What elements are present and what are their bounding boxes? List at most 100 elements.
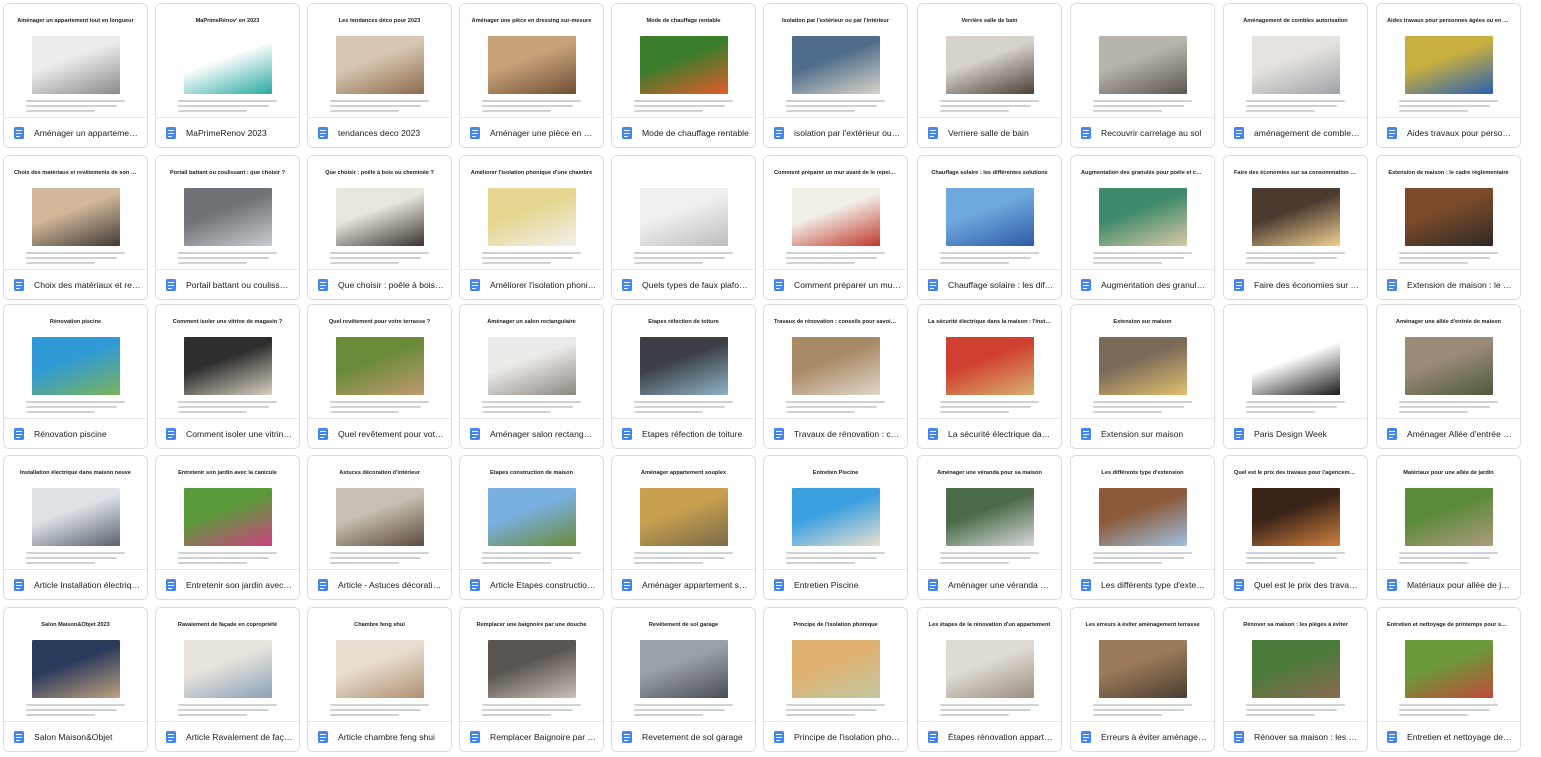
document-footer[interactable]: Article Ravalement de façad... — [156, 721, 299, 751]
document-footer[interactable]: Chauffage solaire : les différ... — [918, 269, 1061, 299]
document-preview-thumbnail[interactable]: Les erreurs à éviter aménagement terrass… — [1071, 608, 1214, 721]
document-preview-thumbnail[interactable]: Choix des matériaux et revêtements de so… — [4, 156, 147, 269]
document-name[interactable]: Faire des économies sur sa c... — [1254, 280, 1367, 290]
document-preview-thumbnail[interactable]: Chambre feng shui — [308, 608, 451, 721]
document-preview-thumbnail[interactable]: Les différents type d'extension — [1071, 456, 1214, 569]
document-card[interactable]: Que choisir : poêle à bois ou cheminée ?… — [307, 155, 452, 300]
document-name[interactable]: Article Ravalement de façad... — [186, 732, 299, 742]
document-preview-thumbnail[interactable]: Isolation par l'extérieur ou par l'intér… — [764, 4, 907, 117]
document-footer[interactable]: Entretien et nettoyage de pri... — [1377, 721, 1520, 751]
document-card[interactable]: Étapes réfection de toiture Etapes réfect… — [611, 304, 756, 449]
document-card[interactable]: Comment isoler une vitrine de magasin ? C… — [155, 304, 300, 449]
document-preview-thumbnail[interactable]: Revêtement de sol garage — [612, 608, 755, 721]
document-card[interactable]: Quels types de faux plafond ... — [611, 155, 756, 300]
document-name[interactable]: Article - Astuces décoration ... — [338, 580, 451, 590]
document-name[interactable]: Rénover sa maison : les pièg... — [1254, 732, 1367, 742]
document-footer[interactable]: tendances deco 2023 — [308, 117, 451, 147]
document-card[interactable]: Aménagement de combles autorisation aména… — [1223, 3, 1368, 148]
document-footer[interactable]: Article chambre feng shui — [308, 721, 451, 751]
document-name[interactable]: Matériaux pour allée de jardin — [1407, 580, 1520, 590]
document-preview-thumbnail[interactable]: Remplacer une baignoire par une douche — [460, 608, 603, 721]
document-name[interactable]: Article chambre feng shui — [338, 732, 441, 742]
document-card[interactable]: Astuces décoration d'intérieur Article - … — [307, 455, 452, 600]
document-name[interactable]: Chauffage solaire : les différ... — [948, 280, 1061, 290]
document-preview-thumbnail[interactable]: Portail battant ou coulissant : que choi… — [156, 156, 299, 269]
document-preview-thumbnail[interactable]: Extension sur maison — [1071, 305, 1214, 418]
document-footer[interactable]: Salon Maison&Objet — [4, 721, 147, 751]
document-footer[interactable]: Revetement de sol garage — [612, 721, 755, 751]
document-footer[interactable]: Article Installation électrique... — [4, 569, 147, 599]
document-preview-thumbnail[interactable]: Installation électrique dans maison neuv… — [4, 456, 147, 569]
document-footer[interactable]: MaPrimeRenov 2023 — [156, 117, 299, 147]
document-footer[interactable]: Extension de maison : le cad... — [1377, 269, 1520, 299]
document-footer[interactable]: Entretien Piscine — [764, 569, 907, 599]
document-footer[interactable]: Aménager une pièce en dres... — [460, 117, 603, 147]
document-footer[interactable]: Mode de chauffage rentable — [612, 117, 755, 147]
document-name[interactable]: Aménager un appartement t... — [34, 128, 147, 138]
document-footer[interactable]: Quel revêtement pour votre t... — [308, 418, 451, 448]
document-footer[interactable]: Travaux de rénovation : cons... — [764, 418, 907, 448]
document-name[interactable]: Recouvrir carrelage au sol — [1101, 128, 1207, 138]
document-card[interactable]: Étapes construction de maison Article Eta… — [459, 455, 604, 600]
document-footer[interactable]: Aménager une véranda mais... — [918, 569, 1061, 599]
document-card[interactable]: Améliorer l'isolation phonique d'une cha… — [459, 155, 604, 300]
document-name[interactable]: Extension sur maison — [1101, 429, 1189, 439]
document-name[interactable]: Aménager une véranda mais... — [948, 580, 1061, 590]
document-card[interactable]: Augmentation des granulés pour poêle et … — [1070, 155, 1215, 300]
document-footer[interactable]: Choix des matériaux et revêt... — [4, 269, 147, 299]
document-name[interactable]: Comment préparer un mur a... — [794, 280, 907, 290]
document-card[interactable]: Chambre feng shui Article chambre feng sh… — [307, 607, 452, 752]
document-footer[interactable]: isolation par l'extérieur ou pa... — [764, 117, 907, 147]
document-preview-thumbnail[interactable]: Entretenir son jardin avec la canicule — [156, 456, 299, 569]
document-preview-thumbnail[interactable]: Travaux de rénovation : conseils pour sa… — [764, 305, 907, 418]
document-card[interactable]: Aménager une allée d'entrée de maison Amé… — [1376, 304, 1521, 449]
document-name[interactable]: Salon Maison&Objet — [34, 732, 118, 742]
document-preview-thumbnail[interactable]: Quel revêtement pour votre terrasse ? — [308, 305, 451, 418]
document-card[interactable]: Aménager un salon rectangulaire Aménager … — [459, 304, 604, 449]
document-name[interactable]: isolation par l'extérieur ou pa... — [794, 128, 907, 138]
document-name[interactable]: Erreurs à éviter aménageme... — [1101, 732, 1214, 742]
document-card[interactable]: Faire des économies sur sa consommation … — [1223, 155, 1368, 300]
document-name[interactable]: aménagement de combles a... — [1254, 128, 1367, 138]
document-preview-thumbnail[interactable]: Aménager un salon rectangulaire — [460, 305, 603, 418]
document-footer[interactable]: aménagement de combles a... — [1224, 117, 1367, 147]
document-card[interactable]: Entretien Piscine Entretien Piscine — [763, 455, 908, 600]
document-preview-thumbnail[interactable]: Améliorer l'isolation phonique d'une cha… — [460, 156, 603, 269]
document-preview-thumbnail[interactable] — [1071, 4, 1214, 117]
document-card[interactable]: Aménager une pièce en dressing sur-mesur… — [459, 3, 604, 148]
document-name[interactable]: Comment isoler une vitrine d... — [186, 429, 299, 439]
document-card[interactable]: Revêtement de sol garage Revetement de so… — [611, 607, 756, 752]
document-name[interactable]: Quel revêtement pour votre t... — [338, 429, 451, 439]
document-name[interactable]: Entretien et nettoyage de pri... — [1407, 732, 1520, 742]
document-preview-thumbnail[interactable]: Que choisir : poêle à bois ou cheminée ? — [308, 156, 451, 269]
document-preview-thumbnail[interactable]: Entretien Piscine — [764, 456, 907, 569]
document-card[interactable]: Principe de l'isolation phonique Principe… — [763, 607, 908, 752]
document-preview-thumbnail[interactable]: Mode de chauffage rentable — [612, 4, 755, 117]
document-footer[interactable]: Article - Astuces décoration ... — [308, 569, 451, 599]
document-footer[interactable]: Comment préparer un mur a... — [764, 269, 907, 299]
document-card[interactable]: Entretenir son jardin avec la canicule En… — [155, 455, 300, 600]
document-footer[interactable]: Verriere salle de bain — [918, 117, 1061, 147]
document-card[interactable]: Choix des matériaux et revêtements de so… — [3, 155, 148, 300]
document-footer[interactable]: Remplacer Baignoire par une... — [460, 721, 603, 751]
document-card[interactable]: Rénovation piscine Rénovation piscine — [3, 304, 148, 449]
document-preview-thumbnail[interactable]: Étapes construction de maison — [460, 456, 603, 569]
document-card[interactable]: Recouvrir carrelage au sol — [1070, 3, 1215, 148]
document-name[interactable]: Aménager Allée d'entrée de ... — [1407, 429, 1520, 439]
document-card[interactable]: Mode de chauffage rentable Mode de chauff… — [611, 3, 756, 148]
document-card[interactable]: Isolation par l'extérieur ou par l'intér… — [763, 3, 908, 148]
document-footer[interactable]: La sécurité électrique dans l... — [918, 418, 1061, 448]
document-preview-thumbnail[interactable]: Chauffage solaire : les différentes solu… — [918, 156, 1061, 269]
document-preview-thumbnail[interactable]: Étapes réfection de toiture — [612, 305, 755, 418]
document-preview-thumbnail[interactable]: Ravalement de façade en copropriété — [156, 608, 299, 721]
document-preview-thumbnail[interactable]: Extension de maison : le cadre réglement… — [1377, 156, 1520, 269]
document-preview-thumbnail[interactable]: Aménager un appartement tout en longueur — [4, 4, 147, 117]
document-name[interactable]: Aménager salon rectangulaire — [490, 429, 603, 439]
document-footer[interactable]: Quel est le prix des travaux p... — [1224, 569, 1367, 599]
document-preview-thumbnail[interactable]: Aménagement de combles autorisation — [1224, 4, 1367, 117]
document-preview-thumbnail[interactable]: Les tendances déco pour 2023 — [308, 4, 451, 117]
document-card[interactable]: Installation électrique dans maison neuv… — [3, 455, 148, 600]
document-card[interactable]: Extension de maison : le cadre réglement… — [1376, 155, 1521, 300]
document-preview-thumbnail[interactable]: Aménager appartement souplex — [612, 456, 755, 569]
document-footer[interactable]: Article Etapes construction d... — [460, 569, 603, 599]
